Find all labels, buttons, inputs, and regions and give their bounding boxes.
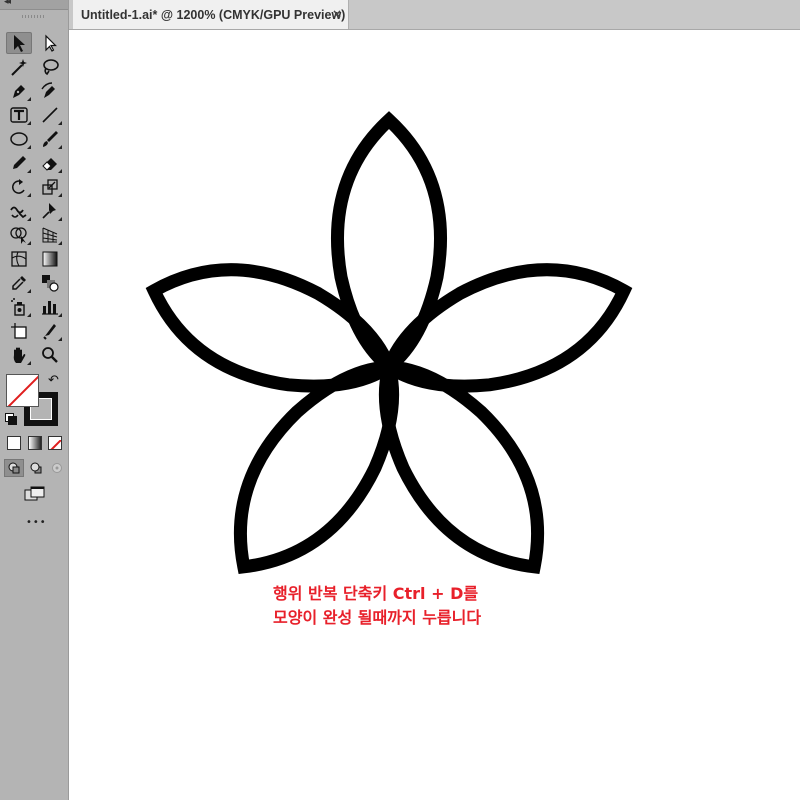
pencil-icon (13, 156, 26, 169)
edit-toolbar-button[interactable]: ••• (26, 517, 47, 528)
draw-normal-icon (8, 462, 20, 474)
gradient-tool[interactable] (37, 248, 63, 270)
selection-tool[interactable] (6, 32, 32, 54)
symbol-sprayer-icon (11, 298, 25, 316)
slice-tool[interactable] (37, 320, 63, 342)
tools-panel: ◂◂ ↶ ••• (0, 0, 69, 800)
zoom-tool[interactable] (37, 344, 63, 366)
pen-icon (13, 85, 25, 98)
artboard-icon (11, 323, 27, 339)
mesh-tool[interactable] (6, 248, 32, 270)
brush-icon (43, 131, 58, 147)
artboard-tool[interactable] (6, 320, 32, 342)
line-icon (42, 107, 58, 123)
petal-left[interactable] (138, 242, 405, 416)
perspective-grid-icon (42, 227, 58, 243)
pen-tool[interactable] (6, 80, 32, 102)
change-screen-mode-button[interactable] (24, 485, 46, 503)
tools-panel-header[interactable]: ◂◂ (0, 0, 68, 10)
shape-builder-icon (10, 227, 27, 244)
screen-mode-icon (24, 486, 45, 501)
collapse-panel-icon[interactable]: ◂◂ (4, 0, 11, 7)
pencil-tool[interactable] (6, 152, 32, 174)
symbol-sprayer-tool[interactable] (6, 296, 32, 318)
caption-line-2: 모양이 완성 될때까지 누릅니다 (273, 608, 482, 627)
arrow-icon (14, 35, 25, 52)
shape-builder-tool[interactable] (6, 224, 32, 246)
blend-icon (42, 275, 59, 292)
warp-icon (10, 206, 27, 219)
type-tool[interactable] (6, 104, 32, 126)
eraser-icon (42, 158, 57, 171)
none-slash-icon (50, 439, 61, 449)
rotate-tool[interactable] (6, 176, 32, 198)
perspective-grid-tool[interactable] (37, 224, 63, 246)
hand-tool[interactable] (6, 344, 32, 366)
document-tab-bar: Untitled-1.ai* @ 1200% (CMYK/GPU Preview… (69, 0, 800, 30)
gradient-mode-button[interactable] (28, 436, 42, 450)
direct-selection-tool[interactable] (37, 32, 63, 54)
swap-fill-stroke-icon[interactable]: ↶ (48, 373, 59, 388)
curvature-pen-icon (41, 82, 55, 98)
color-mode-button[interactable] (7, 436, 21, 450)
column-graph-tool[interactable] (37, 296, 63, 318)
ellipse-icon (10, 132, 28, 146)
draw-behind-button[interactable] (26, 459, 46, 477)
type-icon (10, 107, 28, 123)
magic-wand-tool[interactable] (6, 56, 32, 78)
eraser-tool[interactable] (37, 152, 63, 174)
ellipse-tool[interactable] (6, 128, 32, 150)
draw-behind-icon (30, 462, 42, 474)
caption-line-1: 행위 반복 단축키 Ctrl + D를 (273, 584, 479, 603)
curvature-tool[interactable] (37, 80, 63, 102)
draw-inside-button[interactable] (47, 459, 67, 477)
rotate-icon (12, 179, 25, 194)
artboard-canvas[interactable]: 행위 반복 단축키 Ctrl + D를 모양이 완성 될때까지 누릅니다 (69, 30, 800, 800)
panel-grip[interactable] (22, 15, 44, 18)
line-segment-tool[interactable] (37, 104, 63, 126)
lasso-tool[interactable] (37, 56, 63, 78)
magic-wand-icon (11, 59, 27, 76)
petal-right[interactable] (373, 242, 640, 416)
draw-normal-button[interactable] (4, 459, 24, 477)
blend-tool[interactable] (37, 272, 63, 294)
fill-swatch[interactable] (6, 374, 39, 407)
eyedropper-icon (12, 276, 26, 290)
instruction-caption: 행위 반복 단축키 Ctrl + D를 모양이 완성 될때까지 누릅니다 (273, 582, 481, 630)
none-slash-icon (7, 375, 38, 406)
document-tab-title: Untitled-1.ai* @ 1200% (CMYK/GPU Preview… (81, 7, 346, 22)
pushpin-icon (42, 203, 56, 219)
magnifier-icon (42, 347, 58, 363)
petal-top[interactable] (330, 111, 448, 376)
scale-tool[interactable] (37, 176, 63, 198)
document-tab[interactable]: Untitled-1.ai* @ 1200% (CMYK/GPU Preview… (73, 0, 349, 29)
warp-tool[interactable] (6, 200, 32, 222)
flower-artwork[interactable] (69, 30, 800, 800)
eyedropper-tool[interactable] (6, 272, 32, 294)
bar-graph-icon (42, 301, 58, 315)
default-colors-icon[interactable] (5, 413, 17, 425)
gradient-icon (42, 251, 58, 267)
slice-knife-icon (43, 324, 56, 340)
hand-icon (13, 347, 26, 363)
none-mode-button[interactable] (48, 436, 62, 450)
hollow-arrow-icon (45, 34, 57, 52)
lasso-icon (43, 59, 59, 76)
puppet-warp-tool[interactable] (37, 200, 63, 222)
mesh-icon (11, 251, 27, 267)
scale-icon (42, 179, 58, 195)
close-tab-icon[interactable]: × (332, 7, 342, 21)
paintbrush-tool[interactable] (37, 128, 63, 150)
draw-inside-icon (52, 463, 62, 473)
